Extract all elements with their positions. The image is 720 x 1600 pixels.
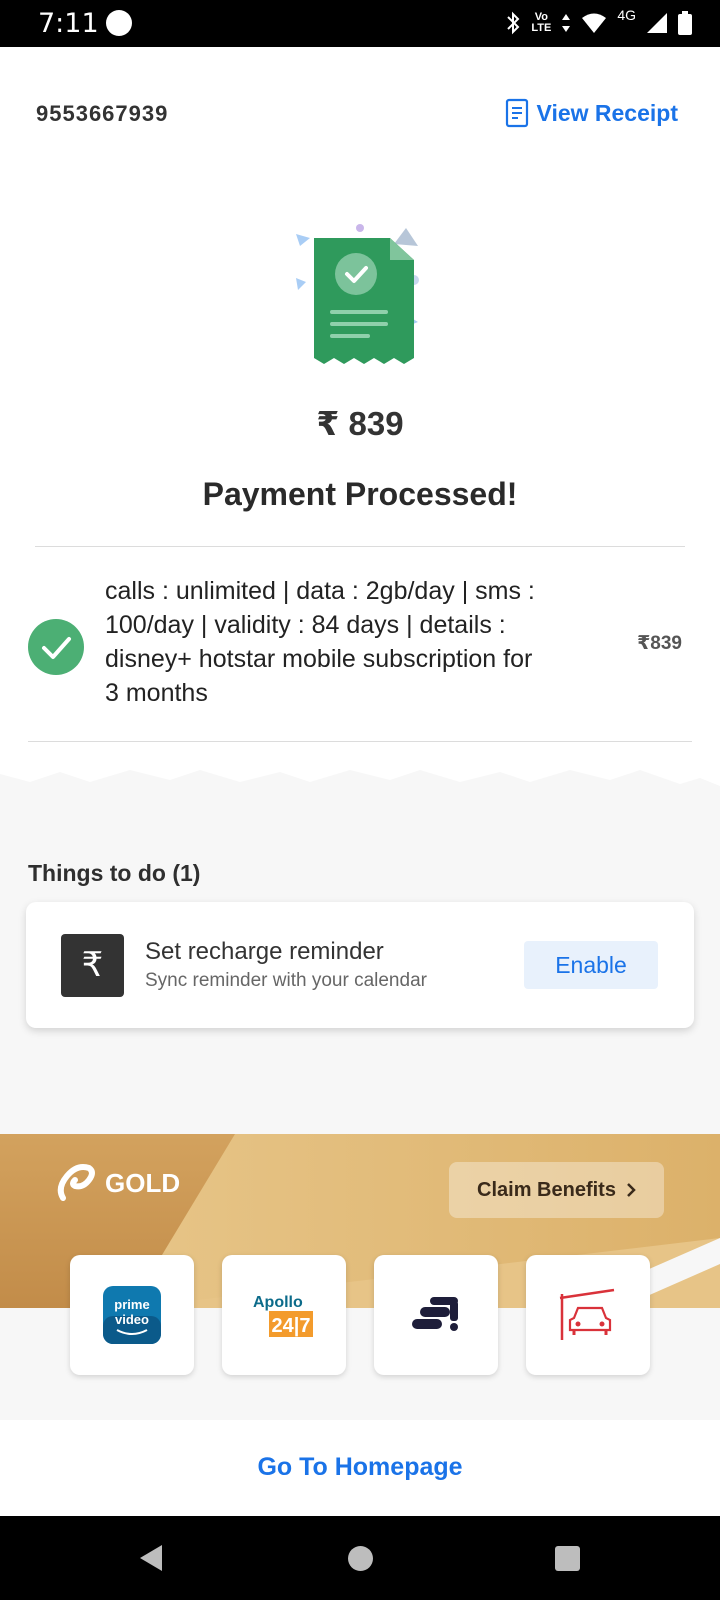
chevron-right-icon — [627, 1183, 636, 1197]
svg-text:Apollo: Apollo — [253, 1294, 303, 1311]
airtel-logo-icon — [57, 1164, 95, 1201]
divider — [28, 741, 692, 742]
svg-text:prime: prime — [114, 1297, 149, 1312]
benefit-tile-apollo[interactable]: Apollo 24|7 — [222, 1255, 346, 1375]
todo-item-subtitle: Sync reminder with your calendar — [145, 970, 427, 991]
benefit-tile-prime-video[interactable]: prime video — [70, 1255, 194, 1375]
data-arrows-icon — [562, 14, 571, 32]
signal-icon — [647, 13, 667, 33]
gold-label: GOLD — [105, 1167, 181, 1198]
phone-number: 9553667939 — [36, 101, 169, 126]
view-receipt-link[interactable]: View Receipt — [505, 98, 678, 128]
wifi-icon — [582, 13, 607, 33]
claim-benefits-button[interactable]: Claim Benefits — [449, 1162, 664, 1218]
plan-description: calls : unlimited | data : 2gb/day | sms… — [105, 577, 535, 707]
receipt-success-icon — [296, 224, 419, 364]
receipt-icon — [505, 98, 528, 128]
status-icons: Vo LTE 4G — [505, 7, 692, 38]
plan-price: ₹839 — [637, 633, 682, 654]
benefit-tile-learning[interactable] — [374, 1255, 498, 1375]
benefit-tile-parking[interactable] — [526, 1255, 650, 1375]
payment-amount: ₹ 839 — [316, 405, 404, 442]
volte-icon: Vo LTE — [531, 11, 552, 34]
home-icon[interactable] — [348, 1546, 373, 1571]
payment-status: Payment Processed! — [202, 476, 518, 512]
clock: 7:11 — [38, 8, 99, 39]
system-nav-bar — [0, 1516, 720, 1600]
learning-icon — [412, 1297, 458, 1331]
notification-dot-icon — [106, 10, 132, 36]
success-check-icon — [28, 619, 84, 675]
recent-apps-icon[interactable] — [555, 1546, 580, 1571]
todo-section-title: Things to do (1) — [28, 860, 201, 886]
bluetooth-icon — [507, 11, 520, 35]
prime-video-icon: prime video — [103, 1286, 161, 1344]
view-receipt-label: View Receipt — [536, 99, 678, 126]
apollo-icon: Apollo 24|7 — [253, 1294, 313, 1337]
battery-icon — [678, 11, 692, 35]
svg-text:video: video — [115, 1312, 149, 1327]
car-parking-icon — [559, 1288, 615, 1340]
todo-card: ₹ Set recharge reminder Sync reminder wi… — [26, 902, 694, 1028]
claim-benefits-label: Claim Benefits — [477, 1178, 616, 1201]
wave-divider — [0, 770, 720, 786]
benefit-tiles: prime video Apollo 24|7 — [70, 1255, 650, 1375]
rupee-icon: ₹ — [61, 934, 124, 997]
gold-benefits-section: GOLD Claim Benefits prime video Apollo 2… — [0, 1134, 720, 1420]
go-to-homepage-link[interactable]: Go To Homepage — [0, 1453, 720, 1482]
todo-item-title: Set recharge reminder — [145, 938, 384, 965]
enable-reminder-button[interactable]: Enable — [524, 941, 658, 989]
divider — [35, 546, 685, 547]
airtel-gold-logo: GOLD — [55, 1162, 180, 1204]
back-icon[interactable] — [138, 1543, 164, 1573]
network-type: 4G — [617, 7, 636, 23]
status-bar: 7:11 Vo LTE 4G — [0, 0, 720, 47]
svg-text:24|7: 24|7 — [272, 1315, 311, 1337]
